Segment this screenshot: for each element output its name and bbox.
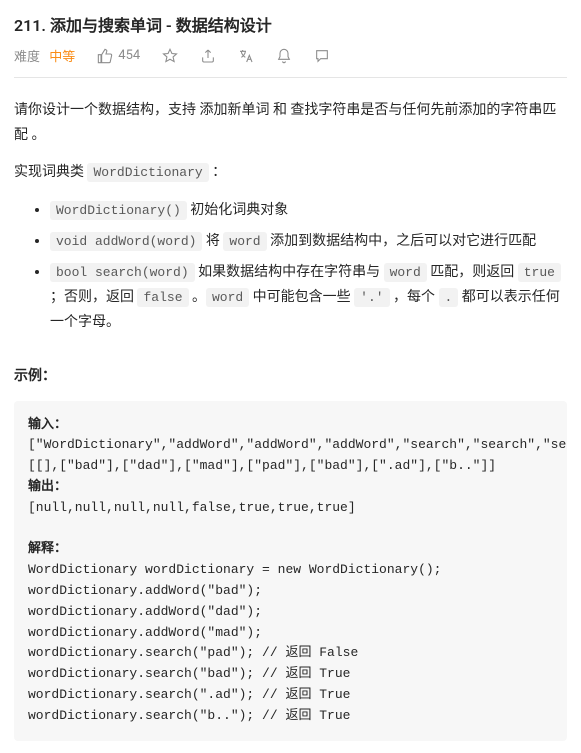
method-item-2: bool search(word) 如果数据结构中存在字符串与 word 匹配，… — [50, 260, 567, 336]
problem-title: 211. 添加与搜索单词 - 数据结构设计 — [14, 12, 567, 36]
example-explain-line: wordDictionary.search("b.."); // 返回 True — [28, 708, 350, 723]
example-explain-line: wordDictionary.addWord("mad"); — [28, 625, 262, 640]
like-count: 454 — [118, 48, 140, 63]
bell-icon — [276, 48, 292, 64]
example-explain-line: WordDictionary wordDictionary = new Word… — [28, 562, 441, 577]
problem-description: 请你设计一个数据结构，支持 添加新单词 和 查找字符串是否与任何先前添加的字符串… — [14, 98, 567, 741]
method-code: WordDictionary() — [50, 201, 187, 220]
method-item-0: WordDictionary() 初始化词典对象 — [50, 198, 567, 223]
method-code: word — [223, 232, 266, 251]
class-name-code: WordDictionary — [87, 163, 208, 182]
method-code: word — [384, 263, 427, 282]
method-text: 将 — [202, 233, 223, 249]
difficulty: 难度 中等 — [14, 46, 75, 65]
chat-icon — [314, 48, 330, 64]
notify-button[interactable] — [276, 48, 292, 64]
method-list: WordDictionary() 初始化词典对象 void addWord(wo… — [14, 198, 567, 336]
method-text: 初始化词典对象 — [187, 202, 288, 218]
example-input-line1: ["WordDictionary","addWord","addWord","a… — [28, 437, 567, 452]
method-text: 。 — [189, 289, 206, 305]
method-text: ，每个 — [390, 289, 439, 305]
desc-paragraph-1: 请你设计一个数据结构，支持 添加新单词 和 查找字符串是否与任何先前添加的字符串… — [14, 98, 567, 148]
example-explain-line: wordDictionary.search("pad"); // 返回 Fals… — [28, 645, 358, 660]
desc-paragraph-2: 实现词典类 WordDictionary ： — [14, 160, 567, 185]
example-explain-label: 解释： — [28, 541, 67, 556]
example-explain-line: wordDictionary.addWord("dad"); — [28, 604, 262, 619]
method-code: word — [206, 288, 249, 307]
meta-bar: 难度 中等 454 — [14, 46, 567, 78]
translate-icon — [238, 48, 254, 64]
method-code: '.' — [354, 288, 389, 307]
method-text: ；否则，返回 — [50, 289, 137, 305]
translate-button[interactable] — [238, 48, 254, 64]
method-item-1: void addWord(word) 将 word 添加到数据结构中，之后可以对… — [50, 229, 567, 254]
difficulty-value: 中等 — [49, 50, 75, 65]
example-explain-line: wordDictionary.search(".ad"); // 返回 True — [28, 687, 350, 702]
method-code: . — [439, 288, 459, 307]
share-button[interactable] — [200, 48, 216, 64]
like-button[interactable]: 454 — [97, 48, 140, 64]
share-icon — [200, 48, 216, 64]
method-code: true — [518, 263, 561, 282]
method-text: 添加到数据结构中，之后可以对它进行匹配 — [267, 233, 536, 249]
example-explain-line: wordDictionary.addWord("bad"); — [28, 583, 262, 598]
thumbs-up-icon — [97, 48, 113, 64]
example-explain-line: wordDictionary.search("bad"); // 返回 True — [28, 666, 350, 681]
feedback-button[interactable] — [314, 48, 330, 64]
method-code: false — [137, 288, 188, 307]
desc-p2-suffix: ： — [209, 164, 226, 180]
star-icon — [162, 48, 178, 64]
method-text: 如果数据结构中存在字符串与 — [195, 264, 384, 280]
example-input-line2: [[],["bad"],["dad"],["mad"],["pad"],["ba… — [28, 458, 496, 473]
method-code: void addWord(word) — [50, 232, 202, 251]
method-text: 匹配，则返回 — [427, 264, 518, 280]
example-block: 输入： ["WordDictionary","addWord","addWord… — [14, 401, 567, 741]
method-text: 中可能包含一些 — [249, 289, 354, 305]
example-output-label: 输出： — [28, 479, 67, 494]
difficulty-label: 难度 — [14, 50, 40, 65]
example-label: 示例： — [14, 364, 567, 389]
favorite-button[interactable] — [162, 48, 178, 64]
example-input-label: 输入： — [28, 417, 67, 432]
method-code: bool search(word) — [50, 263, 195, 282]
desc-p2-prefix: 实现词典类 — [14, 164, 87, 180]
example-output-line: [null,null,null,null,false,true,true,tru… — [28, 500, 356, 515]
